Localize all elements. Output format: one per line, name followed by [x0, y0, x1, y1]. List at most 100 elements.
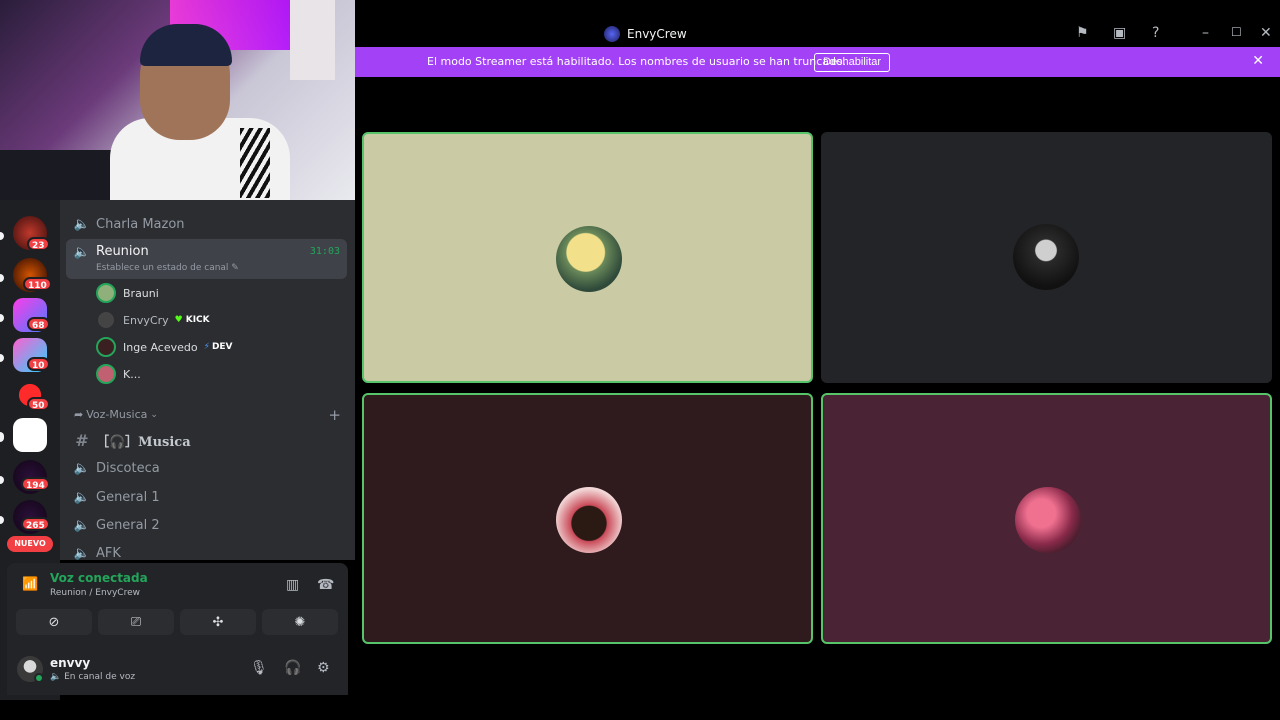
heart-icon: ♥: [174, 315, 183, 325]
server-icon: [604, 26, 620, 42]
microphone-icon[interactable]: 🎙: [250, 660, 268, 676]
banner-message: El modo Streamer está habilitado. Los no…: [427, 55, 847, 68]
gear-icon[interactable]: ⚙: [317, 660, 330, 676]
unread-pill: [0, 516, 4, 524]
unread-pill: [0, 476, 4, 484]
hash-icon: #: [75, 430, 89, 450]
mention-badge: 110: [23, 277, 52, 291]
close-icon[interactable]: ✕: [1252, 53, 1264, 69]
headphones-icon[interactable]: 🎧: [284, 660, 301, 676]
bolt-icon: ⚡: [203, 342, 210, 352]
participant-avatar: [1013, 224, 1079, 290]
activities-button[interactable]: ✣: [180, 609, 256, 635]
member-tag: ♥ KICK: [174, 315, 210, 325]
speaker-icon: 🔈: [73, 545, 91, 561]
channel-afk[interactable]: 🔈 AFK: [66, 539, 347, 561]
participant-avatar: [1015, 487, 1081, 553]
add-channel-icon[interactable]: +: [328, 406, 341, 424]
disable-streamer-mode-button[interactable]: Deshabilitar: [814, 53, 891, 72]
channel-name: Discoteca: [96, 460, 160, 476]
window-title: EnvyCrew: [627, 27, 687, 41]
user-status: 🔈 En canal de voz: [50, 672, 136, 682]
signal-icon[interactable]: 📶: [22, 577, 38, 593]
activities-icon: ✣: [212, 614, 224, 630]
category-header[interactable]: ➦ Voz-Musica ⌄: [74, 408, 158, 421]
speaker-icon: 🔈: [73, 244, 91, 260]
member-tag: ⚡ DEV: [203, 342, 233, 352]
unread-pill: [0, 232, 4, 240]
minimize-icon[interactable]: –: [1202, 25, 1209, 41]
mention-badge: 23: [27, 237, 50, 251]
mention-badge: 10: [27, 357, 50, 371]
channel-charla-mazon[interactable]: 🔈 Charla Mazon: [66, 210, 347, 238]
screen-share-button[interactable]: ⎚: [98, 609, 174, 635]
wall-poster: [290, 0, 335, 80]
flag-icon[interactable]: ⚑: [1076, 25, 1089, 41]
speaker-icon: 🔈: [50, 672, 62, 682]
server-icon[interactable]: [13, 418, 47, 452]
participant-tile[interactable]: [821, 132, 1272, 383]
speaker-icon: 🔈: [73, 216, 91, 232]
member-name: Brauni: [123, 286, 159, 300]
main-window: EnvyCrew ⚑ ▣ ? – ☐ ✕ El modo Streamer es…: [355, 0, 1280, 720]
channel-general-2[interactable]: 🔈 General 2: [66, 511, 347, 539]
soundboard-icon: ✺: [294, 614, 306, 630]
camera-button[interactable]: ⊘: [16, 609, 92, 635]
chevron-down-icon: ⌄: [150, 409, 158, 420]
participant-tile[interactable]: [362, 132, 813, 383]
close-window-icon[interactable]: ✕: [1260, 25, 1272, 41]
channel-name: General 2: [96, 517, 160, 533]
voice-member[interactable]: K...: [96, 363, 141, 385]
member-name: EnvyCry: [123, 313, 169, 327]
channel-list: 🔈 Charla Mazon 🔈 Reunion 31:03 Establece…: [60, 200, 355, 560]
disconnect-icon[interactable]: ☎: [317, 577, 334, 593]
voice-location[interactable]: Reunion / EnvyCrew: [50, 588, 140, 598]
avatar: [96, 283, 116, 303]
discord-desktop: 23 110 68 10 50 194 265 NUEVO 🔈 Charla M…: [0, 0, 1280, 720]
online-status-dot: [34, 673, 44, 683]
user-name[interactable]: envvy: [50, 656, 90, 670]
channel-musica[interactable]: # ［🎧］Musica: [66, 426, 347, 454]
unread-pill: [0, 354, 4, 362]
channel-name: General 1: [96, 489, 160, 505]
channel-discoteca[interactable]: 🔈 Discoteca: [66, 454, 347, 482]
inbox-icon[interactable]: ▣: [1113, 25, 1126, 41]
voice-member[interactable]: Inge Acevedo ⚡ DEV: [96, 336, 233, 358]
new-badge[interactable]: NUEVO: [7, 536, 53, 552]
participant-tile[interactable]: [362, 393, 813, 644]
channel-name: AFK: [96, 545, 121, 561]
soundboard-button[interactable]: ✺: [262, 609, 338, 635]
noise-suppression-icon[interactable]: ▥: [286, 577, 299, 593]
title-bar: EnvyCrew ⚑ ▣ ? – ☐ ✕: [355, 18, 1280, 48]
webcam-overlay: [0, 0, 355, 200]
voice-status[interactable]: Voz conectada: [50, 571, 148, 585]
shirt-stripes: [240, 128, 270, 198]
avatar: [96, 310, 116, 330]
avatar: [96, 337, 116, 357]
speaker-icon: 🔈: [73, 460, 91, 476]
unread-pill: [0, 432, 4, 442]
help-icon[interactable]: ?: [1152, 25, 1159, 41]
channel-name: ［🎧］Musica: [96, 434, 191, 450]
unread-pill: [0, 314, 4, 322]
mention-badge: 68: [27, 317, 50, 331]
participant-avatar: [556, 226, 622, 292]
channel-general-1[interactable]: 🔈 General 1: [66, 483, 347, 511]
member-name: Inge Acevedo: [123, 340, 198, 354]
streamer-mode-banner: El modo Streamer está habilitado. Los no…: [355, 47, 1280, 77]
screen-share-icon: ⎚: [130, 614, 142, 630]
voice-member[interactable]: Brauni: [96, 282, 159, 304]
maximize-icon[interactable]: ☐: [1231, 25, 1242, 39]
mention-badge: 194: [21, 477, 50, 491]
unread-pill: [0, 274, 4, 282]
participant-tile[interactable]: [821, 393, 1272, 644]
call-timer: 31:03: [309, 246, 340, 257]
arrow-icon: ➦: [74, 408, 84, 421]
participant-avatar: [556, 487, 622, 553]
voice-member[interactable]: EnvyCry ♥ KICK: [96, 309, 210, 331]
voice-panel: 📶 Voz conectada Reunion / EnvyCrew ▥ ☎ ⊘…: [7, 563, 348, 695]
mention-badge: 50: [27, 397, 50, 411]
channel-reunion[interactable]: 🔈 Reunion 31:03 Establece un estado de c…: [66, 239, 347, 279]
desk: [0, 150, 120, 200]
channel-status-hint[interactable]: Establece un estado de canal ✎: [96, 263, 239, 273]
